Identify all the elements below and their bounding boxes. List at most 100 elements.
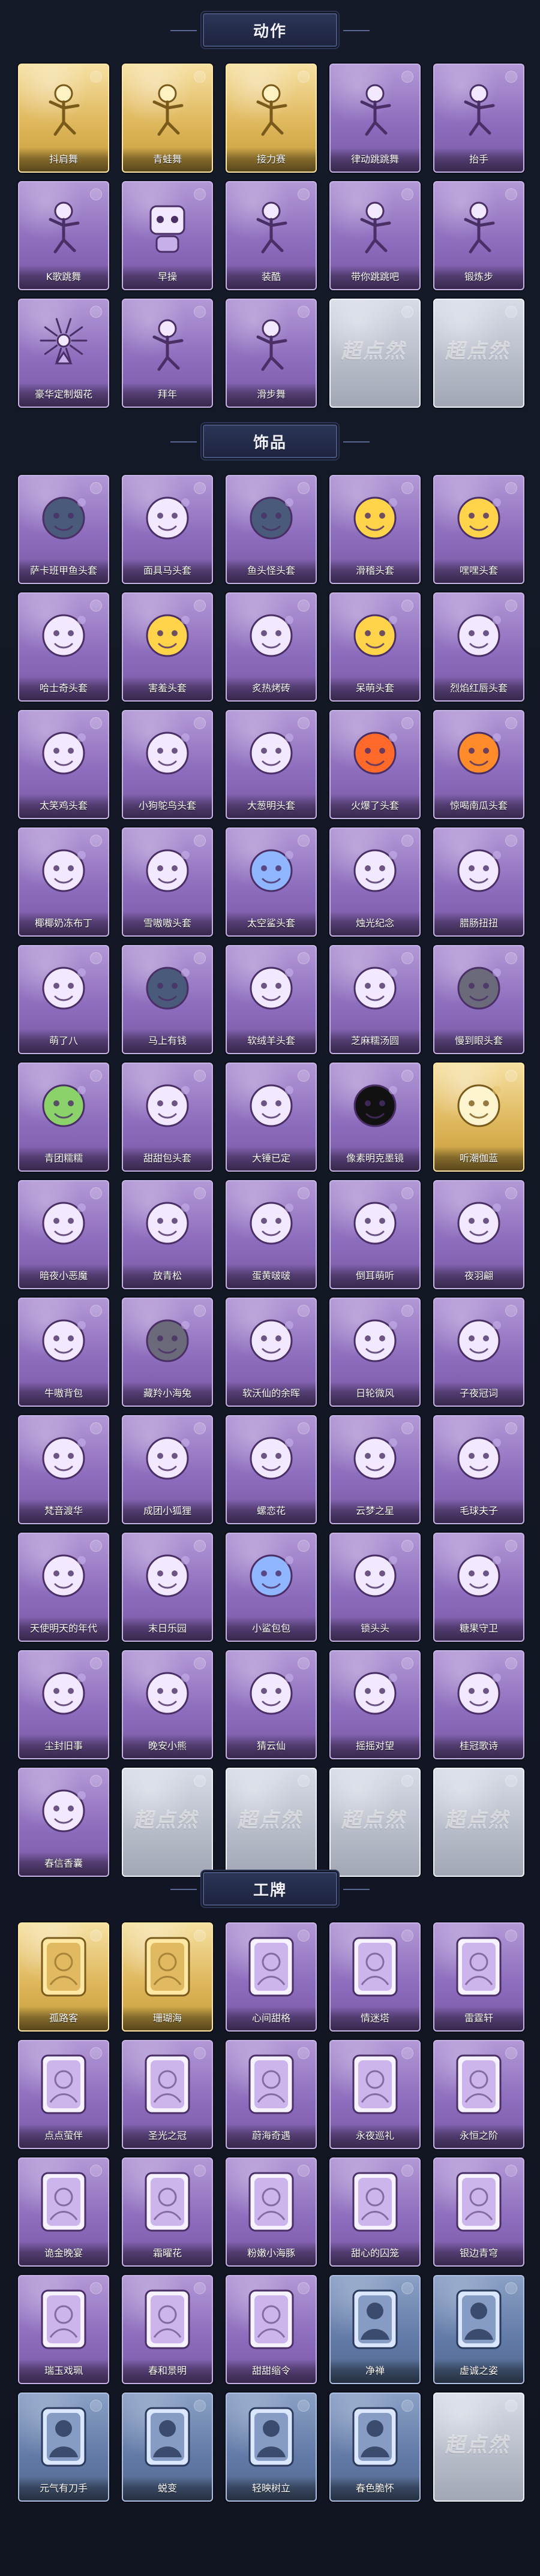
item-card[interactable]: 超点然 bbox=[433, 299, 524, 408]
item-card[interactable]: 点点萤伴 bbox=[18, 2040, 109, 2149]
item-card[interactable]: 净禅 bbox=[329, 2275, 421, 2384]
item-card[interactable]: 雪嗷嗷头套 bbox=[122, 827, 213, 937]
item-card[interactable]: 梵音渡华 bbox=[18, 1415, 109, 1524]
item-card[interactable]: 超点然 bbox=[329, 299, 421, 408]
item-card[interactable]: 元气有刀手 bbox=[18, 2393, 109, 2502]
item-card[interactable]: 腊肠扭扭 bbox=[433, 827, 524, 937]
item-card[interactable]: 听潮伽蓝 bbox=[433, 1063, 524, 1172]
item-card[interactable]: 云梦之星 bbox=[329, 1415, 421, 1524]
item-card[interactable]: 带你跳跳吧 bbox=[329, 181, 421, 290]
item-card[interactable]: 青团糯糯 bbox=[18, 1063, 109, 1172]
item-card[interactable]: 永夜巡礼 bbox=[329, 2040, 421, 2149]
item-card[interactable]: 大葱明头套 bbox=[226, 710, 317, 819]
item-card[interactable]: 银边青穹 bbox=[433, 2157, 524, 2267]
item-card[interactable]: 摇摇对望 bbox=[329, 1650, 421, 1759]
item-card[interactable]: 甜甜包头套 bbox=[122, 1063, 213, 1172]
item-card[interactable]: 猜云仙 bbox=[226, 1650, 317, 1759]
item-card[interactable]: 萨卡班甲鱼头套 bbox=[18, 475, 109, 584]
item-card[interactable]: 软沃仙的余晖 bbox=[226, 1298, 317, 1407]
item-card[interactable]: 烈焰红唇头套 bbox=[433, 592, 524, 702]
item-card[interactable]: 滑稽头套 bbox=[329, 475, 421, 584]
item-card[interactable]: 锻炼步 bbox=[433, 181, 524, 290]
item-card[interactable]: 甜心的囚笼 bbox=[329, 2157, 421, 2267]
item-card[interactable]: 早操 bbox=[122, 181, 213, 290]
item-card[interactable]: 装酷 bbox=[226, 181, 317, 290]
item-card[interactable]: 霜曜花 bbox=[122, 2157, 213, 2267]
item-card[interactable]: 春和景明 bbox=[122, 2275, 213, 2384]
item-card[interactable]: 椰椰奶冻布丁 bbox=[18, 827, 109, 937]
item-card[interactable]: 子夜冠词 bbox=[433, 1298, 524, 1407]
item-card[interactable]: 天使明天的年代 bbox=[18, 1533, 109, 1642]
item-card[interactable]: 哈士奇头套 bbox=[18, 592, 109, 702]
item-card[interactable]: 虚诚之姿 bbox=[433, 2275, 524, 2384]
item-card[interactable]: 太笑鸡头套 bbox=[18, 710, 109, 819]
item-card[interactable]: 超点然 bbox=[433, 1768, 524, 1877]
item-card[interactable]: 芝麻糯汤圆 bbox=[329, 945, 421, 1054]
item-card[interactable]: 永恒之阶 bbox=[433, 2040, 524, 2149]
item-card[interactable]: 圣光之冠 bbox=[122, 2040, 213, 2149]
item-card[interactable]: 软绒羊头套 bbox=[226, 945, 317, 1054]
item-card[interactable]: 萌了八 bbox=[18, 945, 109, 1054]
item-card[interactable]: 小狗鸵鸟头套 bbox=[122, 710, 213, 819]
item-card[interactable]: 嘿嘿头套 bbox=[433, 475, 524, 584]
item-card[interactable]: 桂冠歌诗 bbox=[433, 1650, 524, 1759]
item-card[interactable]: 抖肩舞 bbox=[18, 64, 109, 173]
item-card[interactable]: 牛嗷背包 bbox=[18, 1298, 109, 1407]
item-card[interactable]: 糖果守卫 bbox=[433, 1533, 524, 1642]
item-card[interactable]: 接力赛 bbox=[226, 64, 317, 173]
item-card[interactable]: 慢到眼头套 bbox=[433, 945, 524, 1054]
item-card[interactable]: 毛球夫子 bbox=[433, 1415, 524, 1524]
item-card[interactable]: 甜甜缩令 bbox=[226, 2275, 317, 2384]
item-card[interactable]: 鱼头怪头套 bbox=[226, 475, 317, 584]
item-card[interactable]: 小鲨包包 bbox=[226, 1533, 317, 1642]
item-card[interactable]: 面具马头套 bbox=[122, 475, 213, 584]
item-card[interactable]: 藏羚小海兔 bbox=[122, 1298, 213, 1407]
item-card[interactable]: 拜年 bbox=[122, 299, 213, 408]
item-card[interactable]: 豪华定制烟花 bbox=[18, 299, 109, 408]
item-card[interactable]: 滑步舞 bbox=[226, 299, 317, 408]
item-card[interactable]: 春信香囊 bbox=[18, 1768, 109, 1877]
item-card[interactable]: 害羞头套 bbox=[122, 592, 213, 702]
item-card[interactable]: 螺恋花 bbox=[226, 1415, 317, 1524]
item-card[interactable]: 蜕变 bbox=[122, 2393, 213, 2502]
item-card[interactable]: 夜羽翩 bbox=[433, 1180, 524, 1289]
item-card[interactable]: 春色脆怀 bbox=[329, 2393, 421, 2502]
item-card[interactable]: 粉嫩小海豚 bbox=[226, 2157, 317, 2267]
item-card[interactable]: 青蛙舞 bbox=[122, 64, 213, 173]
item-card[interactable]: 大锤已定 bbox=[226, 1063, 317, 1172]
item-card[interactable]: 孤路客 bbox=[18, 1922, 109, 2032]
item-card[interactable]: 倒耳萌听 bbox=[329, 1180, 421, 1289]
item-card[interactable]: 烛光纪念 bbox=[329, 827, 421, 937]
item-card[interactable]: 马上有钱 bbox=[122, 945, 213, 1054]
item-card[interactable]: 晚安小熊 bbox=[122, 1650, 213, 1759]
item-card[interactable]: 超点然 bbox=[329, 1768, 421, 1877]
item-card[interactable]: 炙热烤砖 bbox=[226, 592, 317, 702]
item-card[interactable]: 瑞玉戏珮 bbox=[18, 2275, 109, 2384]
item-card[interactable]: 超点然 bbox=[122, 1768, 213, 1877]
item-card[interactable]: 珊瑚海 bbox=[122, 1922, 213, 2032]
item-card[interactable]: K歌跳舞 bbox=[18, 181, 109, 290]
item-card[interactable]: 锁头头 bbox=[329, 1533, 421, 1642]
item-card[interactable]: 像素明克墨镜 bbox=[329, 1063, 421, 1172]
item-card[interactable]: 超点然 bbox=[433, 2393, 524, 2502]
item-card[interactable]: 日轮微风 bbox=[329, 1298, 421, 1407]
item-card[interactable]: 情迷塔 bbox=[329, 1922, 421, 2032]
item-card[interactable]: 轻映树立 bbox=[226, 2393, 317, 2502]
item-card[interactable]: 成团小狐狸 bbox=[122, 1415, 213, 1524]
item-card[interactable]: 超点然 bbox=[226, 1768, 317, 1877]
item-card[interactable]: 诡金晚宴 bbox=[18, 2157, 109, 2267]
item-card[interactable]: 蔚海奇遇 bbox=[226, 2040, 317, 2149]
item-card[interactable]: 抬手 bbox=[433, 64, 524, 173]
item-card[interactable]: 暗夜小恶魔 bbox=[18, 1180, 109, 1289]
item-card[interactable]: 呆萌头套 bbox=[329, 592, 421, 702]
item-card[interactable]: 火爆了头套 bbox=[329, 710, 421, 819]
item-card[interactable]: 律动跳跳舞 bbox=[329, 64, 421, 173]
item-card[interactable]: 惊喝南瓜头套 bbox=[433, 710, 524, 819]
item-card[interactable]: 蛋黄啵啵 bbox=[226, 1180, 317, 1289]
item-card[interactable]: 放青松 bbox=[122, 1180, 213, 1289]
item-card[interactable]: 太空鲨头套 bbox=[226, 827, 317, 937]
item-card[interactable]: 尘封旧事 bbox=[18, 1650, 109, 1759]
item-card[interactable]: 末日乐园 bbox=[122, 1533, 213, 1642]
item-card[interactable]: 雷霆轩 bbox=[433, 1922, 524, 2032]
item-card[interactable]: 心间甜格 bbox=[226, 1922, 317, 2032]
